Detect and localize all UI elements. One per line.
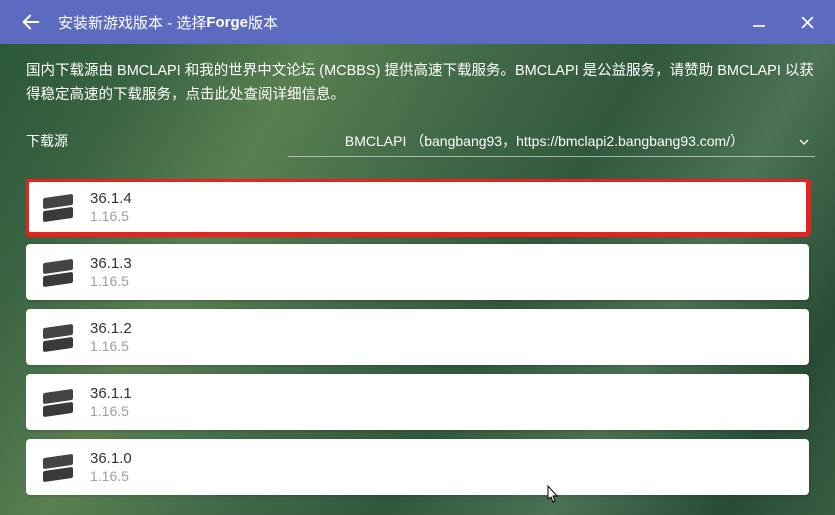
source-row: 下载源 BMCLAPI （bangbang93，https://bmclapi2… xyxy=(26,126,815,157)
version-item[interactable]: 36.1.31.16.5 xyxy=(26,244,809,300)
version-item[interactable]: 36.1.11.16.5 xyxy=(26,374,809,430)
version-number: 36.1.1 xyxy=(90,385,132,402)
titlebar: 安装新游戏版本 - 选择 Forge 版本 xyxy=(0,0,835,44)
forge-icon xyxy=(40,189,76,225)
forge-icon xyxy=(40,449,76,485)
version-number: 36.1.4 xyxy=(90,190,132,207)
version-texts: 36.1.31.16.5 xyxy=(90,255,132,289)
version-list[interactable]: 36.1.41.16.536.1.31.16.536.1.21.16.536.1… xyxy=(26,179,815,515)
forge-icon xyxy=(40,319,76,355)
version-number: 36.1.0 xyxy=(90,450,132,467)
version-texts: 36.1.11.16.5 xyxy=(90,385,132,419)
version-texts: 36.1.01.16.5 xyxy=(90,450,132,484)
forge-icon xyxy=(40,254,76,290)
minecraft-version: 1.16.5 xyxy=(90,338,132,354)
version-item[interactable]: 36.1.41.16.5 xyxy=(26,179,809,235)
minimize-button[interactable] xyxy=(739,5,779,39)
version-item[interactable]: 36.1.21.16.5 xyxy=(26,309,809,365)
version-number: 36.1.2 xyxy=(90,320,132,337)
version-texts: 36.1.21.16.5 xyxy=(90,320,132,354)
forge-icon xyxy=(40,384,76,420)
close-button[interactable] xyxy=(787,5,827,39)
window-controls xyxy=(739,5,827,39)
window-title: 安装新游戏版本 - 选择 Forge 版本 xyxy=(58,12,739,33)
version-texts: 36.1.41.16.5 xyxy=(90,190,132,224)
back-button[interactable] xyxy=(14,5,48,39)
chevron-down-icon xyxy=(799,132,809,148)
arrow-left-icon xyxy=(20,11,42,33)
version-item[interactable]: 36.1.01.16.5 xyxy=(26,439,809,495)
title-prefix: 安装新游戏版本 - 选择 xyxy=(58,12,206,33)
minimize-icon xyxy=(752,15,766,29)
title-bold: Forge xyxy=(206,14,248,31)
content-area: 国内下载源由 BMCLAPI 和我的世界中文论坛 (MCBBS) 提供高速下载服… xyxy=(0,44,835,515)
minecraft-version: 1.16.5 xyxy=(90,403,132,419)
title-suffix: 版本 xyxy=(248,12,278,33)
close-icon xyxy=(800,15,815,30)
install-forge-window: 安装新游戏版本 - 选择 Forge 版本 国内下载源由 BMCLAPI 和我的… xyxy=(0,0,835,515)
minecraft-version: 1.16.5 xyxy=(90,273,132,289)
minecraft-version: 1.16.5 xyxy=(90,468,132,484)
minecraft-version: 1.16.5 xyxy=(90,208,132,224)
version-number: 36.1.3 xyxy=(90,255,132,272)
source-label: 下载源 xyxy=(26,131,288,157)
source-selected-value: BMCLAPI （bangbang93，https://bmclapi2.ban… xyxy=(345,131,744,151)
info-text[interactable]: 国内下载源由 BMCLAPI 和我的世界中文论坛 (MCBBS) 提供高速下载服… xyxy=(26,60,815,108)
source-select[interactable]: BMCLAPI （bangbang93，https://bmclapi2.ban… xyxy=(288,126,815,157)
